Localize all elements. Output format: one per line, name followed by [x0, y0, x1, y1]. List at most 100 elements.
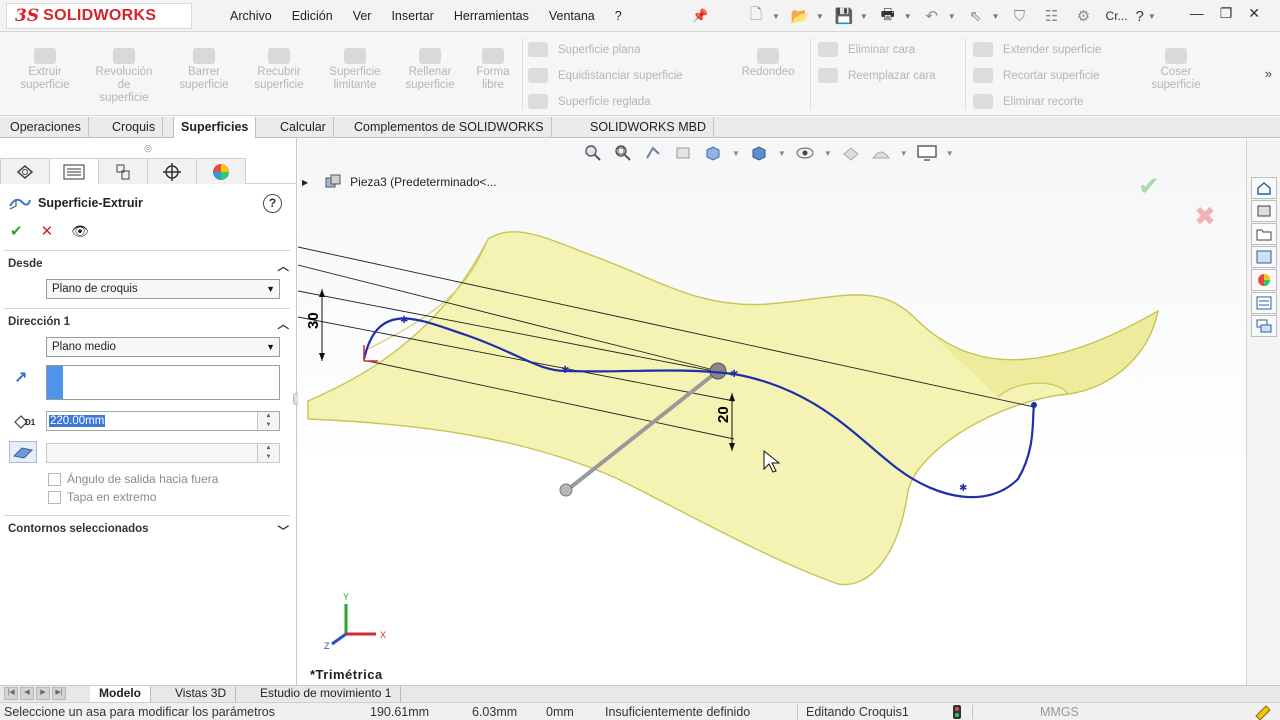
dimension-30[interactable]: 30	[305, 312, 322, 329]
feature-manager-tab[interactable]	[0, 158, 50, 184]
spin-arrows-icon[interactable]: ▲ ▼	[257, 412, 279, 430]
delete-face-button[interactable]: Eliminar cara	[818, 42, 915, 57]
minimize-icon[interactable]: —	[1190, 5, 1204, 22]
spline-point[interactable]: ✱	[400, 315, 408, 326]
chevron-down-icon[interactable]: ▼	[1148, 12, 1156, 21]
checkbox-box[interactable]	[48, 490, 61, 504]
reference-triad[interactable]: Y X Z	[324, 592, 386, 651]
chevron-down-icon[interactable]: ▼	[816, 12, 824, 21]
menu-archivo[interactable]: Archivo	[230, 9, 272, 23]
offset-surface-button[interactable]: Equidistanciar superficie	[528, 68, 683, 83]
prev-tab-icon[interactable]: ◀	[20, 687, 34, 700]
status-units[interactable]: MMGS	[1040, 705, 1079, 719]
last-tab-icon[interactable]: ▶|	[52, 687, 66, 700]
tab-estudio-movimiento[interactable]: Estudio de movimiento 1	[251, 686, 402, 702]
tab-calcular[interactable]: Calcular	[273, 117, 334, 138]
graphics-area[interactable]: ▼ ▼ ▼ ▼ ▼ ◧ ◨ — ❐ ✕ ▶ Pieza3 (Predetermi…	[298, 139, 1245, 685]
tab-superficies[interactable]: Superficies	[173, 117, 257, 139]
undo-icon[interactable]: ↶	[919, 5, 945, 27]
chevron-up-icon[interactable]: ︿	[278, 316, 290, 332]
display-manager-tab[interactable]	[196, 158, 246, 184]
sweep-surface-button[interactable]: Barrer superficie	[170, 48, 238, 92]
pin-icon[interactable]: 📌	[692, 8, 708, 24]
preview-eye-icon[interactable]: 👁	[71, 223, 89, 240]
first-tab-icon[interactable]: |◀	[4, 687, 18, 700]
dimension-20[interactable]: 20	[715, 406, 732, 423]
chevron-down-icon[interactable]: ▼	[948, 12, 956, 21]
fill-surface-button[interactable]: Rellenar superficie	[396, 48, 464, 92]
tab-modelo[interactable]: Modelo	[90, 686, 151, 702]
untrim-surface-button[interactable]: Eliminar recorte	[973, 94, 1084, 109]
open-file-icon[interactable]: 📂	[787, 5, 813, 27]
chevron-down-icon[interactable]: ▼	[904, 12, 912, 21]
chevron-up-icon[interactable]: ︿	[278, 258, 290, 274]
direction-selection-box[interactable]	[46, 365, 280, 400]
ok-check-icon[interactable]: ✔	[10, 222, 23, 240]
chevron-down-icon[interactable]: ﹀	[278, 523, 290, 539]
menu-insertar[interactable]: Insertar	[391, 9, 433, 23]
view-palette-icon[interactable]	[1251, 246, 1277, 268]
extrude-surface-button[interactable]: Extruir superficie	[12, 48, 78, 92]
confirm-corner-ok-icon[interactable]: ✔	[1138, 171, 1160, 201]
tooltip-icon[interactable]	[1254, 704, 1272, 720]
checkbox-box[interactable]	[48, 472, 61, 486]
section-direction1[interactable]: Dirección 1 ︿	[8, 316, 289, 332]
loft-surface-button[interactable]: Recubrir superficie	[245, 48, 313, 92]
custom-properties-icon[interactable]	[1251, 292, 1277, 314]
home-icon[interactable]	[1251, 177, 1277, 199]
cancel-x-icon[interactable]: ✕	[41, 222, 54, 240]
tab-mbd[interactable]: SOLIDWORKS MBD	[583, 117, 714, 138]
next-tab-icon[interactable]: ▶	[36, 687, 50, 700]
confirm-corner-cancel-icon[interactable]: ✖	[1194, 201, 1216, 231]
file-explorer-icon[interactable]	[1251, 223, 1277, 245]
tab-vistas-3d[interactable]: Vistas 3D	[166, 686, 237, 702]
tab-complementos[interactable]: Complementos de SOLIDWORKS	[347, 117, 552, 138]
spline-point[interactable]: ✱	[730, 369, 738, 380]
trim-surface-button[interactable]: Recortar superficie	[973, 68, 1100, 83]
rebuild-status-icon[interactable]	[950, 704, 964, 720]
ruled-surface-button[interactable]: Superficie reglada	[528, 94, 651, 109]
depth-input[interactable]: 220.00mm ▲ ▼	[46, 411, 280, 431]
tab-croquis[interactable]: Croquis	[105, 117, 164, 138]
help-button[interactable]: ?	[1136, 8, 1144, 25]
cap-end-checkbox[interactable]: Tapa en extremo	[48, 490, 156, 504]
section-desde[interactable]: Desde ︿	[8, 258, 289, 274]
design-library-icon[interactable]	[1251, 200, 1277, 222]
menu-ver[interactable]: Ver	[353, 9, 372, 23]
new-file-icon[interactable]: 🗋	[743, 5, 769, 27]
rebuild-icon[interactable]: ⛉	[1007, 5, 1033, 27]
panel-grip-icon[interactable]: ◎	[0, 138, 296, 158]
boundary-surface-button[interactable]: Superficie limitante	[320, 48, 390, 92]
tab-operaciones[interactable]: Operaciones	[3, 117, 89, 138]
extruded-surface[interactable]	[307, 231, 1160, 586]
section-selected-contours[interactable]: Contornos seleccionados ﹀	[8, 523, 289, 539]
ribbon-overflow-icon[interactable]: »	[1265, 66, 1272, 81]
draft-icon[interactable]	[9, 441, 37, 463]
menu-herramientas[interactable]: Herramientas	[454, 9, 529, 23]
close-icon[interactable]: ✕	[1248, 5, 1260, 22]
forum-icon[interactable]	[1251, 315, 1277, 337]
freeform-button[interactable]: Forma libre	[470, 48, 516, 92]
search-commands[interactable]: Cr...	[1106, 9, 1128, 23]
spline-point[interactable]: ✱	[959, 483, 967, 494]
spline-endpoint[interactable]	[1031, 402, 1037, 408]
fillet-button[interactable]: Redondeo	[732, 48, 804, 79]
from-select[interactable]: Plano de croquis ▼	[46, 279, 280, 299]
chevron-down-icon[interactable]: ▼	[860, 12, 868, 21]
planar-surface-button[interactable]: Superficie plana	[528, 42, 640, 57]
menu-help[interactable]: ?	[615, 9, 622, 23]
handle-end-knob[interactable]	[559, 483, 573, 497]
draft-outward-checkbox[interactable]: Ángulo de salida hacia fuera	[48, 472, 218, 486]
draft-angle-input[interactable]: ▲ ▼	[46, 443, 280, 463]
appearances-icon[interactable]	[1251, 269, 1277, 291]
solidworks-logo[interactable]: 3S SOLIDWORKS	[6, 3, 192, 29]
save-icon[interactable]: 💾	[831, 5, 857, 27]
restore-icon[interactable]: ❐	[1220, 5, 1233, 22]
print-icon[interactable]: 🖶	[875, 5, 901, 27]
direction-type-select[interactable]: Plano medio ▼	[46, 337, 280, 357]
options-icon[interactable]: ⚙	[1071, 5, 1097, 27]
dimxpert-manager-tab[interactable]	[147, 158, 197, 184]
help-icon[interactable]: ?	[263, 194, 282, 213]
knit-surface-button[interactable]: Coser superficie	[1140, 48, 1212, 92]
spline-point[interactable]: ✱	[561, 365, 569, 376]
